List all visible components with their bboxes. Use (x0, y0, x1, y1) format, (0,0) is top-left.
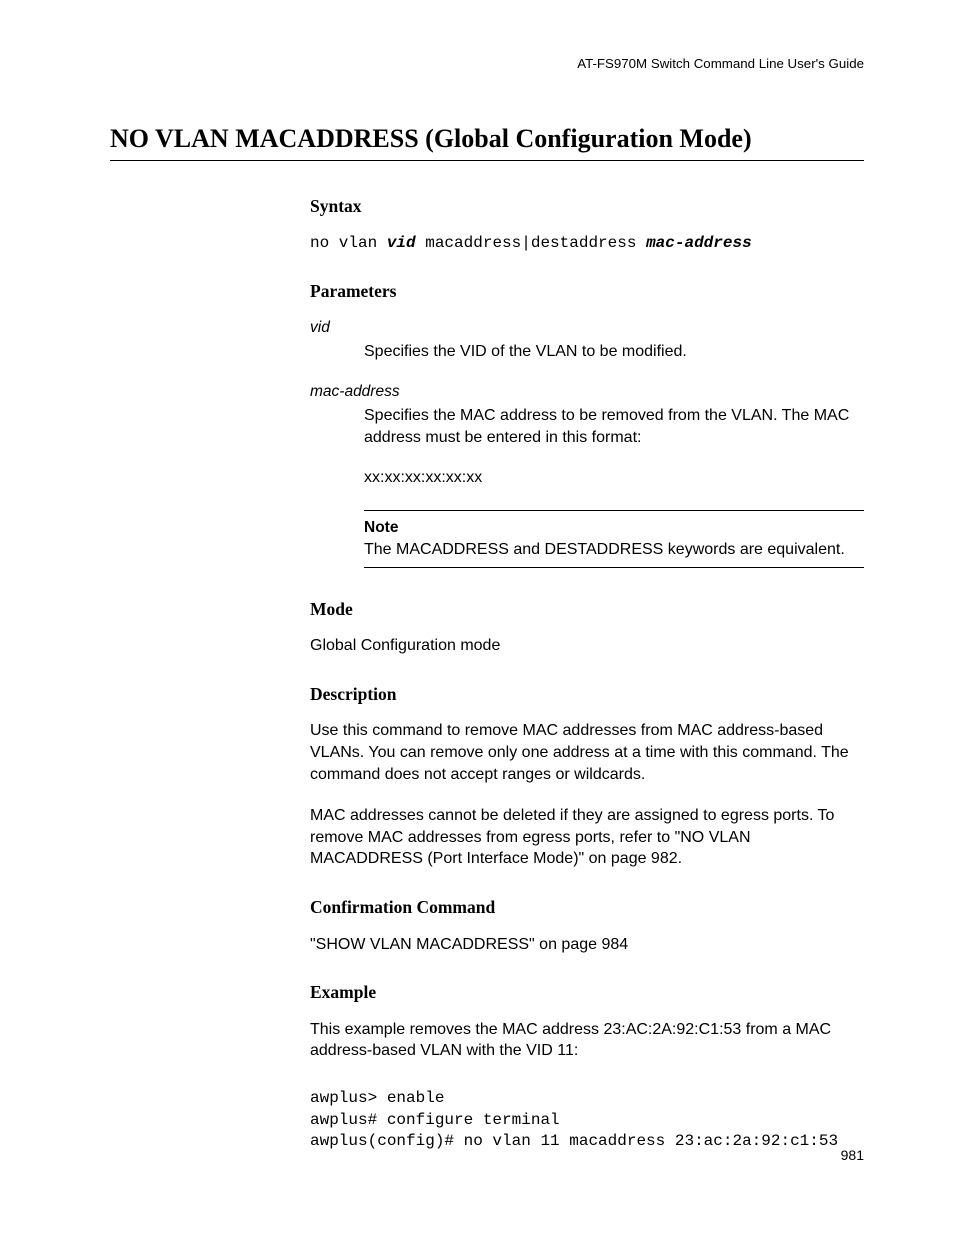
confirmation-heading: Confirmation Command (310, 896, 864, 920)
running-header: AT-FS970M Switch Command Line User's Gui… (110, 55, 864, 73)
parameter-item: mac-address Specifies the MAC address to… (310, 382, 864, 488)
example-section: Example This example removes the MAC add… (310, 981, 864, 1153)
note-text: The MACADDRESS and DESTADDRESS keywords … (364, 539, 864, 561)
syntax-literal: no vlan (310, 234, 387, 252)
document-page: AT-FS970M Switch Command Line User's Gui… (0, 0, 954, 1235)
syntax-heading: Syntax (310, 195, 864, 219)
description-section: Description Use this command to remove M… (310, 683, 864, 870)
syntax-line: no vlan vid macaddress|destaddress mac-a… (310, 233, 864, 255)
example-intro: This example removes the MAC address 23:… (310, 1019, 864, 1062)
title-rule (110, 160, 864, 161)
parameter-term: mac-address (310, 382, 864, 403)
note-label: Note (364, 519, 398, 536)
syntax-variable: vid (387, 234, 416, 252)
parameter-desc-line: Specifies the VID of the VLAN to be modi… (364, 341, 864, 363)
parameter-desc-line: xx:xx:xx:xx:xx:xx (364, 467, 864, 489)
parameter-item: vid Specifies the VID of the VLAN to be … (310, 318, 864, 363)
confirmation-text: "SHOW VLAN MACADDRESS" on page 984 (310, 934, 864, 956)
page-number: 981 (841, 1146, 864, 1165)
parameters-heading: Parameters (310, 280, 864, 304)
confirmation-section: Confirmation Command "SHOW VLAN MACADDRE… (310, 896, 864, 955)
syntax-variable: mac-address (646, 234, 752, 252)
syntax-section: Syntax no vlan vid macaddress|destaddres… (310, 195, 864, 254)
description-paragraph: Use this command to remove MAC addresses… (310, 720, 864, 785)
example-code: awplus> enable awplus# configure termina… (310, 1088, 864, 1153)
parameter-desc: Specifies the MAC address to be removed … (364, 405, 864, 488)
mode-section: Mode Global Configuration mode (310, 598, 864, 657)
note-box: Note The MACADDRESS and DESTADDRESS keyw… (364, 510, 864, 568)
parameter-desc: Specifies the VID of the VLAN to be modi… (364, 341, 864, 363)
page-title: NO VLAN MACADDRESS (Global Configuration… (110, 121, 864, 156)
syntax-literal: macaddress|destaddress (416, 234, 646, 252)
example-heading: Example (310, 981, 864, 1005)
description-heading: Description (310, 683, 864, 707)
parameter-term: vid (310, 318, 864, 339)
mode-text: Global Configuration mode (310, 635, 864, 657)
mode-heading: Mode (310, 598, 864, 622)
parameters-section: Parameters vid Specifies the VID of the … (310, 280, 864, 567)
content-column: Syntax no vlan vid macaddress|destaddres… (310, 195, 864, 1153)
description-paragraph: MAC addresses cannot be deleted if they … (310, 805, 864, 870)
parameter-desc-line: Specifies the MAC address to be removed … (364, 405, 864, 448)
